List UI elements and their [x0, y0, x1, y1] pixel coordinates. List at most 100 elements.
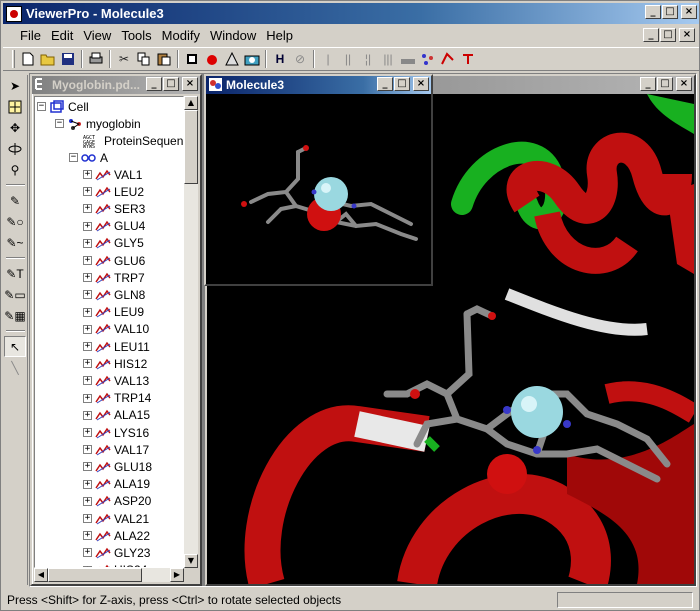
display-mode-icon[interactable] — [398, 49, 418, 69]
tree-minimize-button[interactable]: _ — [146, 77, 162, 91]
hide-hydrogen-icon[interactable]: ⊘ — [290, 49, 310, 69]
new-file-icon[interactable] — [18, 49, 38, 69]
draw-text-icon[interactable]: ✎T — [4, 263, 26, 284]
bond-single-icon[interactable]: | — [318, 49, 338, 69]
expand-icon[interactable]: + — [83, 548, 92, 558]
draw-table-icon[interactable]: ✎▦ — [4, 305, 26, 326]
molecule-canvas-small[interactable] — [206, 94, 431, 284]
expand-icon[interactable]: + — [83, 428, 92, 437]
tree-node-residue[interactable]: + HIS12 — [83, 355, 147, 372]
tree-close-button[interactable]: × — [182, 77, 198, 91]
maximize-button[interactable]: □ — [662, 5, 678, 19]
expand-icon[interactable]: + — [83, 204, 92, 214]
tree-window-titlebar[interactable]: Myoglobin.pd... _ □ × — [32, 76, 200, 94]
mdi-minimize-button[interactable]: _ — [643, 28, 659, 42]
viewer-close-button[interactable]: × — [676, 77, 692, 91]
ribbon-icon[interactable] — [438, 49, 458, 69]
expand-icon[interactable]: + — [83, 342, 92, 351]
vertical-scroll-thumb[interactable] — [184, 110, 198, 184]
tree-node-residue[interactable]: + GLY5 — [83, 235, 144, 252]
tree-node-residue[interactable]: + GLU6 — [83, 252, 145, 269]
expand-icon[interactable]: + — [83, 393, 92, 403]
color-icon[interactable] — [202, 49, 222, 69]
menu-window[interactable]: Window — [205, 26, 261, 45]
expand-icon[interactable]: + — [83, 514, 92, 523]
tree-node-residue[interactable]: + GLU4 — [83, 218, 145, 235]
expand-icon[interactable]: + — [83, 496, 92, 506]
menu-help[interactable]: Help — [261, 26, 298, 45]
draw-ring-icon[interactable]: ✎○ — [4, 211, 26, 232]
expand-icon[interactable]: + — [83, 273, 92, 283]
pencil-icon[interactable]: ✎ — [4, 190, 26, 211]
pointer-icon[interactable]: ↖ — [4, 336, 26, 357]
close-button[interactable]: × — [681, 5, 697, 19]
copy-icon[interactable] — [134, 49, 154, 69]
tree-node-residue[interactable]: + VAL1 — [83, 166, 142, 183]
viewer-maximize-button[interactable]: □ — [657, 77, 673, 91]
expand-icon[interactable]: + — [83, 187, 92, 197]
expand-icon[interactable]: + — [83, 290, 92, 300]
tree-node-residue[interactable]: + VAL13 — [83, 372, 149, 389]
expand-icon[interactable]: + — [83, 479, 92, 489]
render-icon[interactable] — [222, 49, 242, 69]
tree-maximize-button[interactable]: □ — [163, 77, 179, 91]
tree-node-residue[interactable]: + ALA15 — [83, 407, 150, 424]
mdi-maximize-button[interactable]: □ — [660, 28, 676, 42]
molecule3-minimize-button[interactable]: _ — [377, 77, 393, 91]
scroll-left-icon[interactable]: ◀ — [34, 568, 48, 582]
tree-node-cell[interactable]: − Cell — [37, 98, 89, 115]
expand-icon[interactable]: + — [83, 238, 92, 248]
menu-tools[interactable]: Tools — [116, 26, 156, 45]
fit-view-icon[interactable] — [182, 49, 202, 69]
expand-icon[interactable]: + — [83, 462, 92, 472]
toolbar-grip[interactable] — [12, 50, 15, 68]
tree-window[interactable]: Myoglobin.pd... _ □ × − Cell − myoglobin — [30, 74, 202, 586]
expand-icon[interactable]: + — [83, 170, 92, 179]
scroll-right-icon[interactable]: ▶ — [170, 568, 184, 582]
tree-vertical-scrollbar[interactable]: ▲ ▼ — [184, 96, 198, 568]
tree-node-residue[interactable]: + ASP20 — [83, 493, 151, 510]
app-titlebar[interactable]: ViewerPro - Molecule3 _ □ × — [3, 3, 699, 24]
expand-icon[interactable]: + — [83, 307, 92, 317]
print-icon[interactable] — [86, 49, 106, 69]
molecule3-maximize-button[interactable]: □ — [394, 77, 410, 91]
expand-icon[interactable]: + — [83, 221, 92, 231]
tree-node-sequence[interactable]: AGCT GAGE WYWS ProteinSequen — [83, 132, 183, 149]
tree-node-residue[interactable]: + GLU18 — [83, 458, 152, 475]
mdi-close-button[interactable]: × — [679, 28, 695, 42]
paste-icon[interactable] — [154, 49, 174, 69]
molecule3-close-button[interactable]: × — [413, 77, 429, 91]
move-icon[interactable]: ✥ — [4, 117, 26, 138]
zoom-icon[interactable]: ⚲ — [4, 159, 26, 180]
tree-node-residue[interactable]: + ALA22 — [83, 527, 150, 544]
expand-icon[interactable]: + — [83, 359, 92, 369]
tree-node-residue[interactable]: + LYS16 — [83, 424, 149, 441]
molecule3-titlebar[interactable]: Molecule3 _ □ × — [206, 76, 431, 94]
tree-node-residue[interactable]: + GLY23 — [83, 544, 150, 561]
cut-icon[interactable]: ✂ — [114, 49, 134, 69]
expand-icon[interactable]: + — [83, 376, 92, 386]
tree-node-residue[interactable]: + SER3 — [83, 200, 145, 217]
hydrogen-icon[interactable]: H — [270, 49, 290, 69]
save-icon[interactable] — [58, 49, 78, 69]
tree-node-residue[interactable]: + VAL10 — [83, 321, 149, 338]
tree-horizontal-scrollbar[interactable]: ◀ ▶ — [34, 568, 184, 582]
menu-view[interactable]: View — [78, 26, 116, 45]
select-arrow-icon[interactable]: ➤ — [4, 75, 26, 96]
horizontal-scroll-thumb[interactable] — [48, 568, 142, 582]
rotate-icon[interactable] — [4, 138, 26, 159]
tree-node-residue[interactable]: + VAL21 — [83, 510, 149, 527]
tree-node-residue[interactable]: + TRP7 — [83, 269, 145, 286]
line-tool-icon[interactable]: ╲ — [4, 357, 26, 378]
menu-file[interactable]: File — [15, 26, 46, 45]
tree-node-residue[interactable]: + GLN8 — [83, 286, 145, 303]
scroll-up-icon[interactable]: ▲ — [184, 96, 198, 110]
tree-node-residue[interactable]: + ALA19 — [83, 476, 150, 493]
bond-double-icon[interactable]: || — [338, 49, 358, 69]
tree-node-residue[interactable]: + TRP14 — [83, 390, 151, 407]
expand-icon[interactable]: + — [83, 531, 92, 541]
collapse-icon[interactable]: − — [55, 119, 64, 128]
expand-icon[interactable]: + — [83, 410, 92, 420]
tree-node-residue[interactable]: + LEU9 — [83, 304, 144, 321]
tree-node-chain[interactable]: − A — [69, 149, 108, 166]
